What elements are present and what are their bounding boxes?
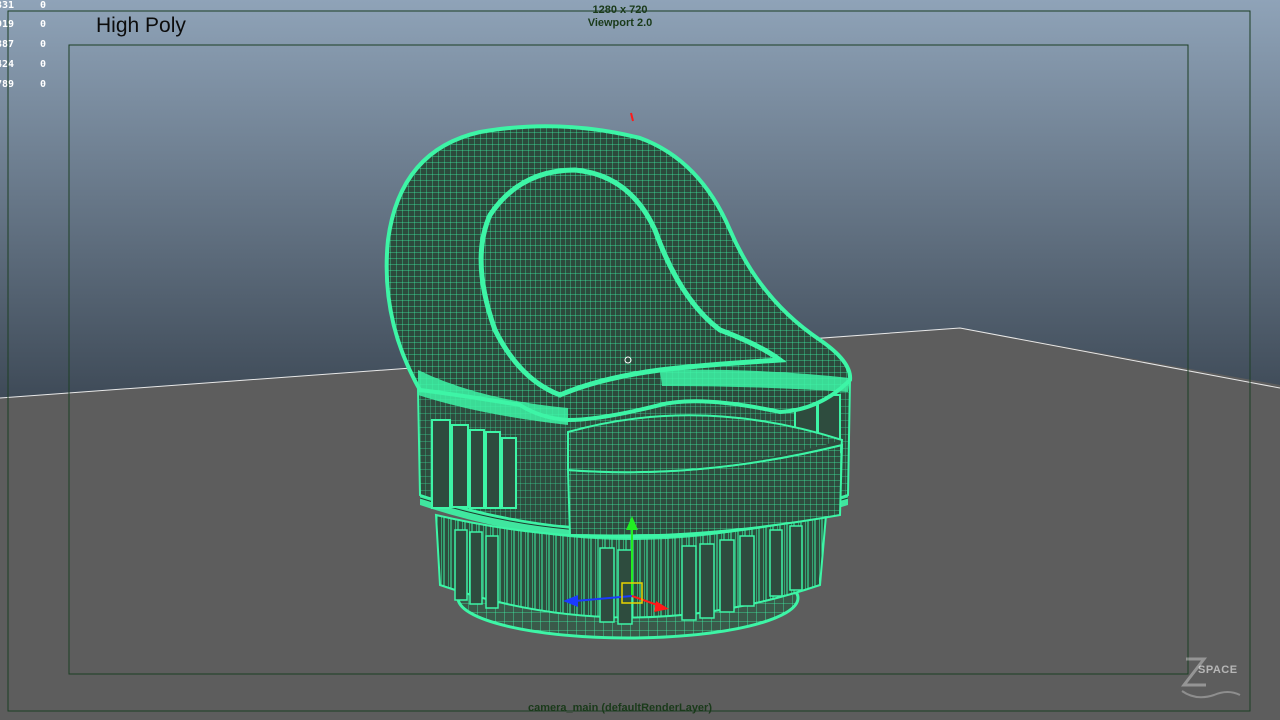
stat-label: 424	[0, 59, 15, 70]
stat-value: 0	[40, 39, 47, 50]
stat-row: 919 0	[0, 19, 90, 31]
stat-label: 331	[0, 0, 15, 11]
stat-row: 387 0	[0, 39, 90, 51]
renderer-label: Viewport 2.0	[587, 17, 653, 29]
stat-label: 919	[0, 19, 15, 30]
stat-value: 0	[40, 0, 47, 11]
stat-value: 0	[40, 79, 47, 90]
maya-viewport[interactable]: 331 0 919 0 387 0 424 0 789 0 High Poly …	[0, 0, 1280, 720]
stat-row: 424 0	[0, 59, 90, 71]
viewport-title: High Poly	[96, 14, 186, 37]
stat-label: 387	[0, 39, 15, 50]
stat-row: 331 0	[0, 0, 90, 12]
camera-label: camera_main (defaultRenderLayer)	[527, 702, 712, 714]
resolution-label-block: 1280 x 720 Viewport 2.0	[560, 4, 680, 30]
stat-label: 789	[0, 79, 15, 90]
stat-row: 789 0	[0, 79, 90, 91]
stat-value: 0	[40, 19, 47, 30]
stat-value: 0	[40, 59, 47, 70]
viewport-scene[interactable]	[0, 0, 1280, 720]
zspace-logo-icon	[1180, 657, 1241, 699]
resolution-label: 1280 x 720	[592, 4, 648, 16]
watermark-text: SPACE	[1198, 664, 1238, 676]
